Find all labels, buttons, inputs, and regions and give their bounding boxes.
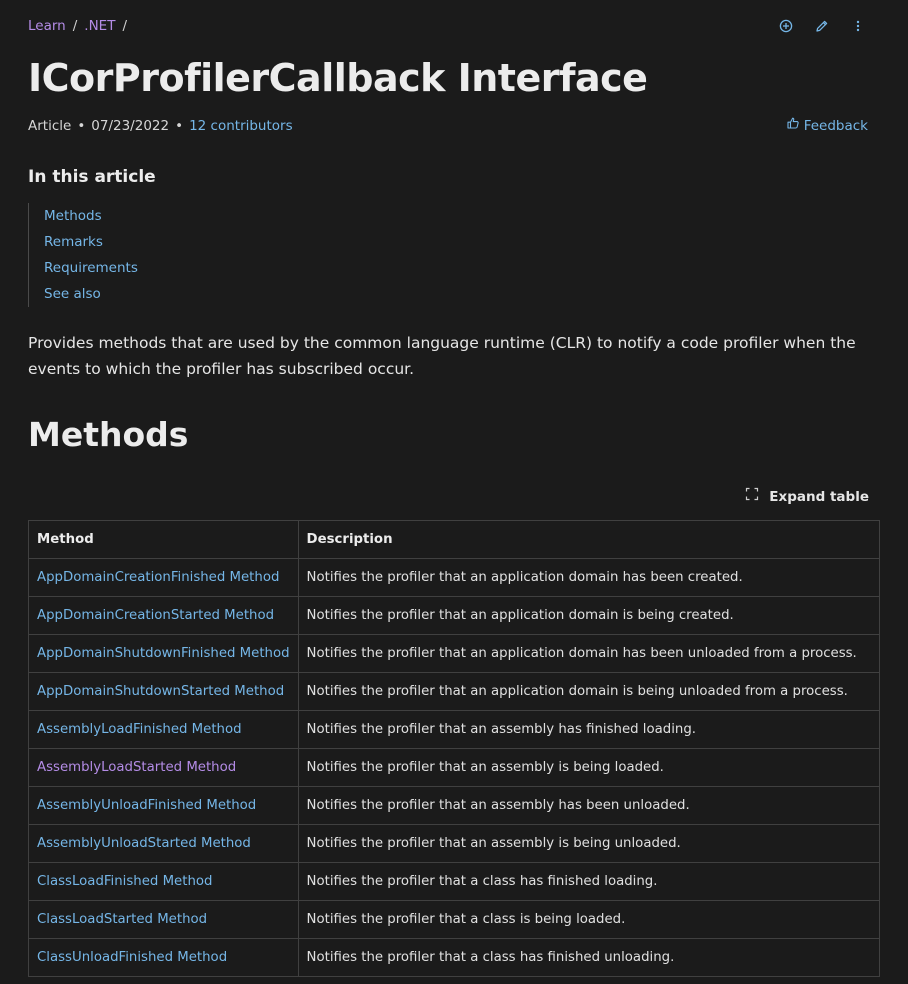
table-row: AppDomainCreationStarted Method Notifies… [28, 596, 881, 635]
method-link[interactable]: AppDomainCreationFinished Method [37, 570, 279, 585]
description-cell: Notifies the profiler that an assembly i… [297, 748, 881, 787]
table-row: AppDomainShutdownStarted Method Notifies… [28, 672, 881, 711]
method-cell: AssemblyLoadStarted Method [28, 748, 299, 787]
description-cell: Notifies the profiler that an applicatio… [297, 558, 881, 597]
page-title: ICorProfilerCallback Interface [28, 56, 648, 100]
meta-date: 07/23/2022 [91, 118, 170, 134]
feedback-label: Feedback [803, 117, 868, 134]
contributors-link[interactable]: 12 contributors [189, 117, 293, 135]
add-circle-icon[interactable] [776, 16, 796, 36]
method-cell: ClassLoadStarted Method [28, 900, 299, 939]
method-link[interactable]: ClassLoadFinished Method [37, 874, 212, 889]
meta-type: Article [28, 118, 72, 134]
table-row: ClassLoadFinished Method Notifies the pr… [28, 862, 881, 901]
table-row: AssemblyUnloadStarted Method Notifies th… [28, 824, 881, 863]
thumbs-up-icon [786, 116, 800, 135]
more-vertical-icon[interactable] [848, 16, 868, 36]
method-cell: AppDomainShutdownStarted Method [28, 672, 299, 711]
method-link[interactable]: AppDomainCreationStarted Method [37, 608, 274, 623]
method-cell: AppDomainShutdownFinished Method [28, 634, 299, 673]
table-row: AssemblyLoadStarted Method Notifies the … [28, 748, 881, 787]
table-row: AssemblyUnloadFinished Method Notifies t… [28, 786, 881, 825]
description-cell: Notifies the profiler that a class has f… [297, 862, 881, 901]
article-meta: Article • 07/23/2022 • 12 contributors [28, 117, 293, 135]
method-cell: AssemblyUnloadStarted Method [28, 824, 299, 863]
feedback-button[interactable]: Feedback [786, 116, 868, 135]
method-cell: AssemblyLoadFinished Method [28, 710, 299, 749]
method-cell: AppDomainCreationFinished Method [28, 558, 299, 597]
toc-heading: In this article [28, 167, 156, 187]
description-cell: Notifies the profiler that an applicatio… [297, 596, 881, 635]
column-header-method: Method [28, 520, 299, 559]
edit-pencil-icon[interactable] [812, 16, 832, 36]
method-link[interactable]: AppDomainShutdownFinished Method [37, 646, 290, 661]
methods-heading: Methods [28, 415, 189, 454]
table-row: AppDomainShutdownFinished Method Notifie… [28, 634, 881, 673]
method-link[interactable]: AssemblyUnloadStarted Method [37, 836, 251, 851]
table-row: ClassUnloadFinished Method Notifies the … [28, 938, 881, 977]
method-link[interactable]: AssemblyLoadFinished Method [37, 722, 242, 737]
breadcrumb: Learn / .NET / [28, 17, 127, 35]
breadcrumb-dotnet[interactable]: .NET [84, 17, 115, 35]
meta-dot: • [175, 118, 184, 134]
method-cell: ClassLoadFinished Method [28, 862, 299, 901]
method-link[interactable]: ClassLoadStarted Method [37, 912, 207, 927]
column-header-description: Description [297, 520, 881, 559]
description-cell: Notifies the profiler that an assembly h… [297, 786, 881, 825]
intro-paragraph: Provides methods that are used by the co… [28, 334, 856, 378]
methods-table-container: Method Description AppDomainCreationFini… [28, 520, 881, 977]
table-row: ClassLoadStarted Method Notifies the pro… [28, 900, 881, 939]
in-this-article-nav: Methods Remarks Requirements See also [28, 203, 244, 307]
method-link[interactable]: AssemblyUnloadFinished Method [37, 798, 256, 813]
toc-item-remarks[interactable]: Remarks [44, 229, 244, 255]
description-cell: Notifies the profiler that an applicatio… [297, 672, 881, 711]
toc-item-requirements[interactable]: Requirements [44, 255, 244, 281]
toc-item-see-also[interactable]: See also [44, 281, 244, 307]
table-row: AppDomainCreationFinished Method Notifie… [28, 558, 881, 597]
method-cell: AppDomainCreationStarted Method [28, 596, 299, 635]
table-header-row: Method Description [28, 520, 881, 559]
meta-dot: • [77, 118, 86, 134]
methods-table: Method Description AppDomainCreationFini… [28, 520, 881, 977]
toc-item-methods[interactable]: Methods [44, 203, 244, 229]
method-link[interactable]: AppDomainShutdownStarted Method [37, 684, 284, 699]
expand-table-button[interactable]: Expand table [745, 487, 869, 506]
expand-table-label: Expand table [769, 488, 869, 505]
breadcrumb-separator: / [72, 18, 78, 34]
description-cell: Notifies the profiler that a class has f… [297, 938, 881, 977]
page-actions [776, 16, 868, 36]
table-row: AssemblyLoadFinished Method Notifies the… [28, 710, 881, 749]
method-link-visited[interactable]: AssemblyLoadStarted Method [37, 760, 236, 775]
description-cell: Notifies the profiler that a class is be… [297, 900, 881, 939]
breadcrumb-separator: / [122, 18, 128, 34]
method-link[interactable]: ClassUnloadFinished Method [37, 950, 227, 965]
description-cell: Notifies the profiler that an assembly h… [297, 710, 881, 749]
breadcrumb-learn[interactable]: Learn [28, 17, 66, 35]
method-cell: ClassUnloadFinished Method [28, 938, 299, 977]
description-cell: Notifies the profiler that an assembly i… [297, 824, 881, 863]
description-cell: Notifies the profiler that an applicatio… [297, 634, 881, 673]
method-cell: AssemblyUnloadFinished Method [28, 786, 299, 825]
expand-icon [745, 487, 759, 506]
